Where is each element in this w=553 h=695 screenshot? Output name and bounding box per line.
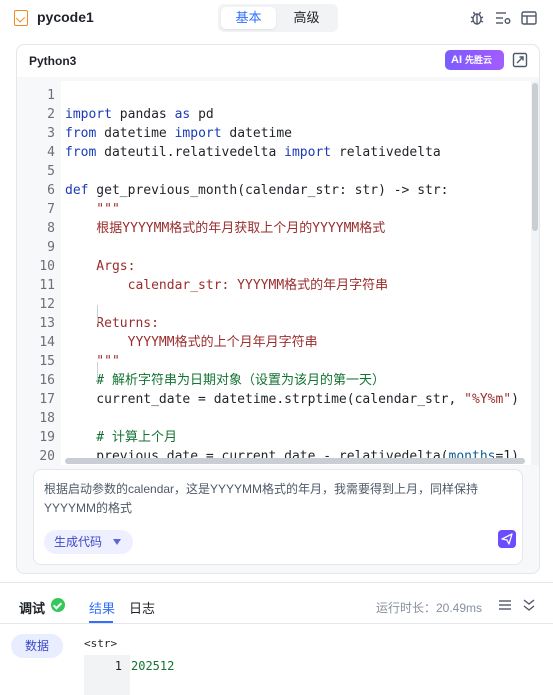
runtime-label: 运行时长：20.49ms: [376, 601, 483, 615]
success-check-icon: [51, 598, 65, 612]
language-label: Python3: [29, 54, 77, 68]
code-text: current_date = datetime.strptime(calenda…: [65, 392, 519, 407]
code-line: 12: [17, 295, 531, 314]
bug-icon[interactable]: [468, 9, 486, 27]
horizontal-scrollbar[interactable]: [65, 458, 525, 464]
line-number: 1: [47, 88, 55, 103]
line-number: 13: [39, 316, 55, 331]
code-line: 18: [17, 409, 531, 428]
prompt-text[interactable]: 根据启动参数的calendar，这是YYYYMM格式的年月，我需要得到上月，同样…: [44, 480, 514, 518]
code-line: 4 from dateutil.relativedelta import rela…: [17, 143, 531, 162]
layout-icon[interactable]: [520, 9, 538, 27]
line-number: 12: [39, 297, 55, 312]
code-line: 17 current_date = datetime.strptime(cale…: [17, 390, 531, 409]
chevron-down-icon: [113, 539, 121, 545]
mode-tab-advanced[interactable]: 高级: [279, 7, 334, 29]
send-icon[interactable]: [498, 530, 516, 548]
code-line: 7 """: [17, 200, 531, 219]
mode-tab-basic[interactable]: 基本: [221, 7, 276, 29]
tab-logs[interactable]: 日志: [129, 598, 155, 617]
code-text: """: [65, 354, 120, 369]
tab-results[interactable]: 结果: [89, 598, 115, 617]
debug-panel: 调试 结果 日志 运行时长：20.49ms 数据 <str> 1 202512: [0, 582, 553, 695]
code-line: 11 calendar_str: YYYYMM格式的年月字符串: [17, 276, 531, 295]
ai-assistant-button[interactable]: AI 先胜云: [445, 50, 504, 70]
line-number: 8: [47, 221, 55, 236]
code-line: 16 # 解析字符串为日期对象（设置为该月的第一天）: [17, 371, 531, 390]
code-text: from dateutil.relativedelta import relat…: [65, 145, 441, 160]
code-line: 13 Returns:: [17, 314, 531, 333]
output-value: 202512: [131, 659, 175, 673]
code-editor-card: Python3 AI 先胜云 1 2 import pandas as pd 3 from…: [16, 44, 540, 574]
line-number: 6: [47, 183, 55, 198]
ai-badge-label: AI: [451, 54, 462, 66]
output-line-number: 1: [114, 659, 122, 673]
code-text: calendar_str: YYYYMM格式的年月字符串: [65, 278, 389, 293]
code-line: 15 """: [17, 352, 531, 371]
code-line: 6 def get_previous_month(calendar_str: st…: [17, 181, 531, 200]
panel-divider: [0, 623, 553, 624]
code-area[interactable]: 1 2 import pandas as pd 3 from datetime impo…: [17, 81, 539, 465]
generate-code-label: 生成代码: [54, 535, 103, 549]
code-line: 5: [17, 162, 531, 181]
code-text: # 计算上个月: [65, 430, 177, 445]
indent-guide: [97, 305, 98, 324]
generate-code-button[interactable]: 生成代码: [44, 530, 133, 554]
code-line: 3 from datetime import datetime: [17, 124, 531, 143]
line-number: 14: [39, 335, 55, 350]
ai-badge-sub: 先胜云: [465, 55, 493, 65]
list-settings-icon[interactable]: [494, 9, 512, 27]
code-text: import pandas as pd: [65, 107, 214, 122]
indent-guide: [97, 362, 98, 381]
code-line: 14 YYYYMM格式的上个月年月字符串: [17, 333, 531, 352]
code-text: # 解析字符串为日期对象（设置为该月的第一天）: [65, 373, 385, 388]
code-line: 9: [17, 238, 531, 257]
line-number: 15: [39, 354, 55, 369]
code-text: YYYYMM格式的上个月年月字符串: [65, 335, 318, 350]
code-line: 10 Args:: [17, 257, 531, 276]
editor-toolbar: Python3 AI 先胜云: [17, 45, 539, 77]
line-number: 4: [47, 145, 55, 160]
code-text: Returns:: [65, 316, 159, 331]
mode-switch: 基本 高级: [218, 4, 338, 32]
line-number: 5: [47, 164, 55, 179]
expand-icon[interactable]: [512, 52, 528, 68]
app-title: pycode1: [37, 9, 94, 25]
code-line: 1: [17, 86, 531, 105]
code-text: Args:: [65, 259, 136, 274]
line-number: 10: [39, 259, 55, 274]
data-chip[interactable]: 数据: [11, 634, 63, 658]
line-number: 3: [47, 126, 55, 141]
code-line: 2 import pandas as pd: [17, 105, 531, 124]
line-number: 18: [39, 411, 55, 426]
line-number: 19: [39, 430, 55, 445]
line-number: 2: [47, 107, 55, 122]
code-text: def get_previous_month(calendar_str: str…: [65, 183, 449, 198]
line-number: 7: [47, 202, 55, 217]
code-text: 根据YYYYMM格式的年月获取上个月的YYYYMM格式: [65, 221, 386, 236]
line-number: 16: [39, 373, 55, 388]
wrap-lines-icon[interactable]: [497, 597, 513, 613]
code-text: from datetime import datetime: [65, 126, 293, 141]
output-type: <str>: [84, 637, 118, 650]
code-file-icon: [14, 10, 28, 26]
code-text: """: [65, 202, 120, 217]
code-line: 19 # 计算上个月: [17, 428, 531, 447]
header: pycode1 基本 高级: [0, 0, 553, 38]
collapse-icon[interactable]: [521, 597, 537, 613]
debug-label: 调试: [19, 601, 46, 616]
line-number: 11: [39, 278, 55, 293]
line-number: 20: [39, 449, 55, 464]
line-number: 9: [47, 240, 55, 255]
vertical-scrollbar[interactable]: [532, 83, 538, 231]
ai-prompt-box[interactable]: 根据启动参数的calendar，这是YYYYMM格式的年月，我需要得到上月，同样…: [33, 469, 523, 565]
code-line: 8 根据YYYYMM格式的年月获取上个月的YYYYMM格式: [17, 219, 531, 238]
line-number: 17: [39, 392, 55, 407]
